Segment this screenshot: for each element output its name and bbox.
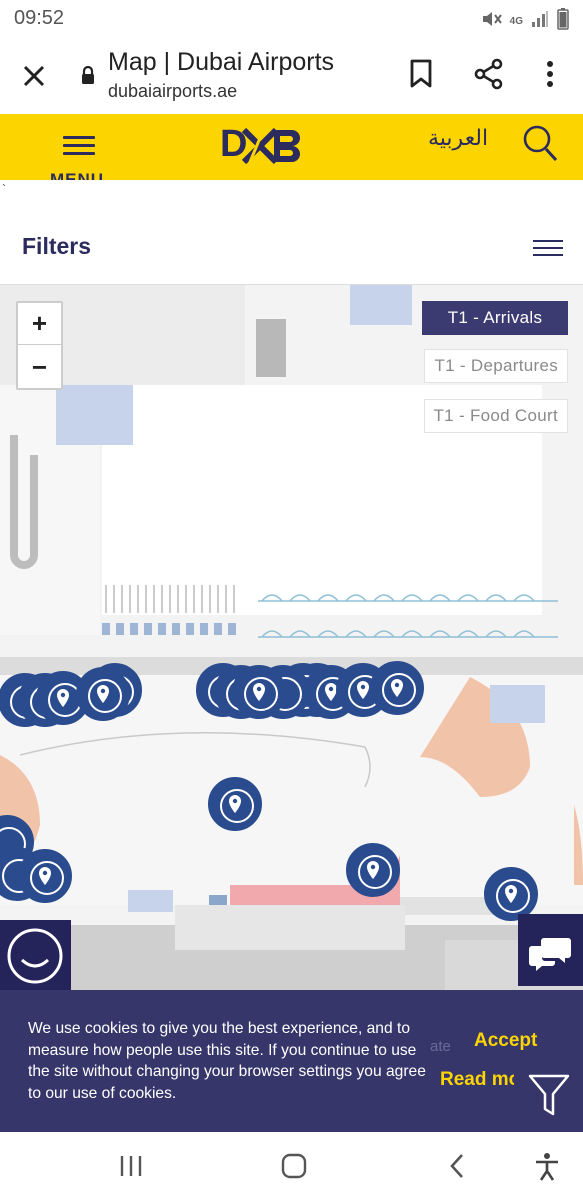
cookie-message: We use cookies to give you the best expe…	[28, 1020, 426, 1102]
signal-icon	[531, 10, 549, 33]
status-time: 09:52	[14, 7, 65, 29]
share-icon	[474, 58, 503, 90]
pin-icon	[97, 685, 109, 703]
back-icon	[450, 1154, 463, 1178]
bookmark-button[interactable]	[408, 58, 434, 95]
zoom-in-button[interactable]: +	[18, 303, 61, 345]
filters-bar: Filters	[0, 200, 583, 284]
pin-icon	[391, 679, 403, 697]
location-pin[interactable]	[18, 849, 72, 903]
accessibility-icon	[536, 1153, 558, 1181]
smiley-icon	[7, 928, 63, 984]
mute-icon	[480, 9, 502, 34]
faded-background-text: ate	[430, 1038, 451, 1055]
funnel-icon	[528, 1074, 570, 1116]
filters-toggle-button[interactable]	[533, 240, 563, 258]
status-icons: 4G	[480, 8, 569, 35]
pin-icon	[505, 885, 517, 903]
close-icon	[23, 65, 45, 87]
filter-button[interactable]	[514, 1054, 583, 1132]
close-tab-button[interactable]	[18, 60, 50, 92]
pin-icon	[39, 867, 51, 885]
stray-mark: `	[2, 182, 6, 196]
pin-icon	[253, 683, 265, 701]
share-button[interactable]	[474, 58, 504, 95]
lock-icon	[80, 65, 96, 90]
back-button[interactable]	[446, 1152, 468, 1185]
home-icon	[281, 1153, 307, 1179]
layer-t1-departures[interactable]: T1 - Departures	[424, 349, 568, 383]
assistant-button[interactable]	[0, 920, 71, 992]
site-header: MENU D العربية	[0, 114, 583, 180]
network-label: 4G	[509, 16, 523, 27]
read-more-link[interactable]: Read more	[440, 1069, 514, 1091]
arabic-language-link[interactable]: العربية	[428, 126, 488, 151]
dxb-logo[interactable]: D	[220, 122, 310, 171]
menu-button[interactable]: MENU	[50, 128, 120, 180]
search-button[interactable]	[520, 122, 560, 169]
pin-icon	[367, 861, 379, 879]
location-pin[interactable]	[370, 661, 424, 715]
layer-t1-food-court[interactable]: T1 - Food Court	[423, 399, 568, 433]
location-pin[interactable]	[76, 667, 130, 721]
location-pin[interactable]	[484, 867, 538, 921]
browser-toolbar: Map | Dubai Airports dubaiairports.ae	[0, 36, 583, 114]
status-bar: 09:52 4G	[0, 0, 583, 36]
pin-icon	[57, 689, 69, 707]
filters-heading: Filters	[22, 233, 92, 259]
accessibility-button[interactable]	[534, 1152, 560, 1187]
recent-apps-button[interactable]	[118, 1152, 144, 1185]
cookie-banner: We use cookies to give you the best expe…	[0, 990, 583, 1132]
layer-t1-arrivals[interactable]: T1 - Arrivals	[422, 301, 568, 335]
battery-icon	[557, 8, 569, 35]
zoom-out-button[interactable]: −	[18, 346, 61, 388]
page-title: Map | Dubai Airports	[108, 48, 335, 76]
home-button[interactable]	[280, 1152, 308, 1185]
location-pin[interactable]	[346, 843, 400, 897]
location-pin[interactable]	[208, 777, 262, 831]
zoom-control: + −	[16, 301, 63, 390]
pin-icon	[229, 795, 241, 813]
location-pin[interactable]	[232, 665, 286, 719]
bookmark-icon	[410, 59, 432, 88]
page-url[interactable]: dubaiairports.ae	[108, 81, 237, 102]
live-chat-button[interactable]	[518, 914, 583, 986]
recent-apps-icon	[120, 1156, 142, 1176]
accept-cookies-button[interactable]: Accept	[474, 1030, 537, 1052]
search-icon	[523, 125, 558, 162]
terminal-map[interactable]: + − T1 - Arrivals T1 - Departures T1 - F…	[0, 284, 583, 990]
more-icon	[547, 61, 553, 87]
more-options-button[interactable]	[540, 58, 560, 95]
system-navigation-bar	[0, 1132, 583, 1200]
chat-bubbles-icon	[529, 938, 571, 971]
hamburger-icon	[63, 136, 95, 155]
menu-label: MENU	[50, 170, 105, 180]
pin-icon	[357, 681, 369, 699]
